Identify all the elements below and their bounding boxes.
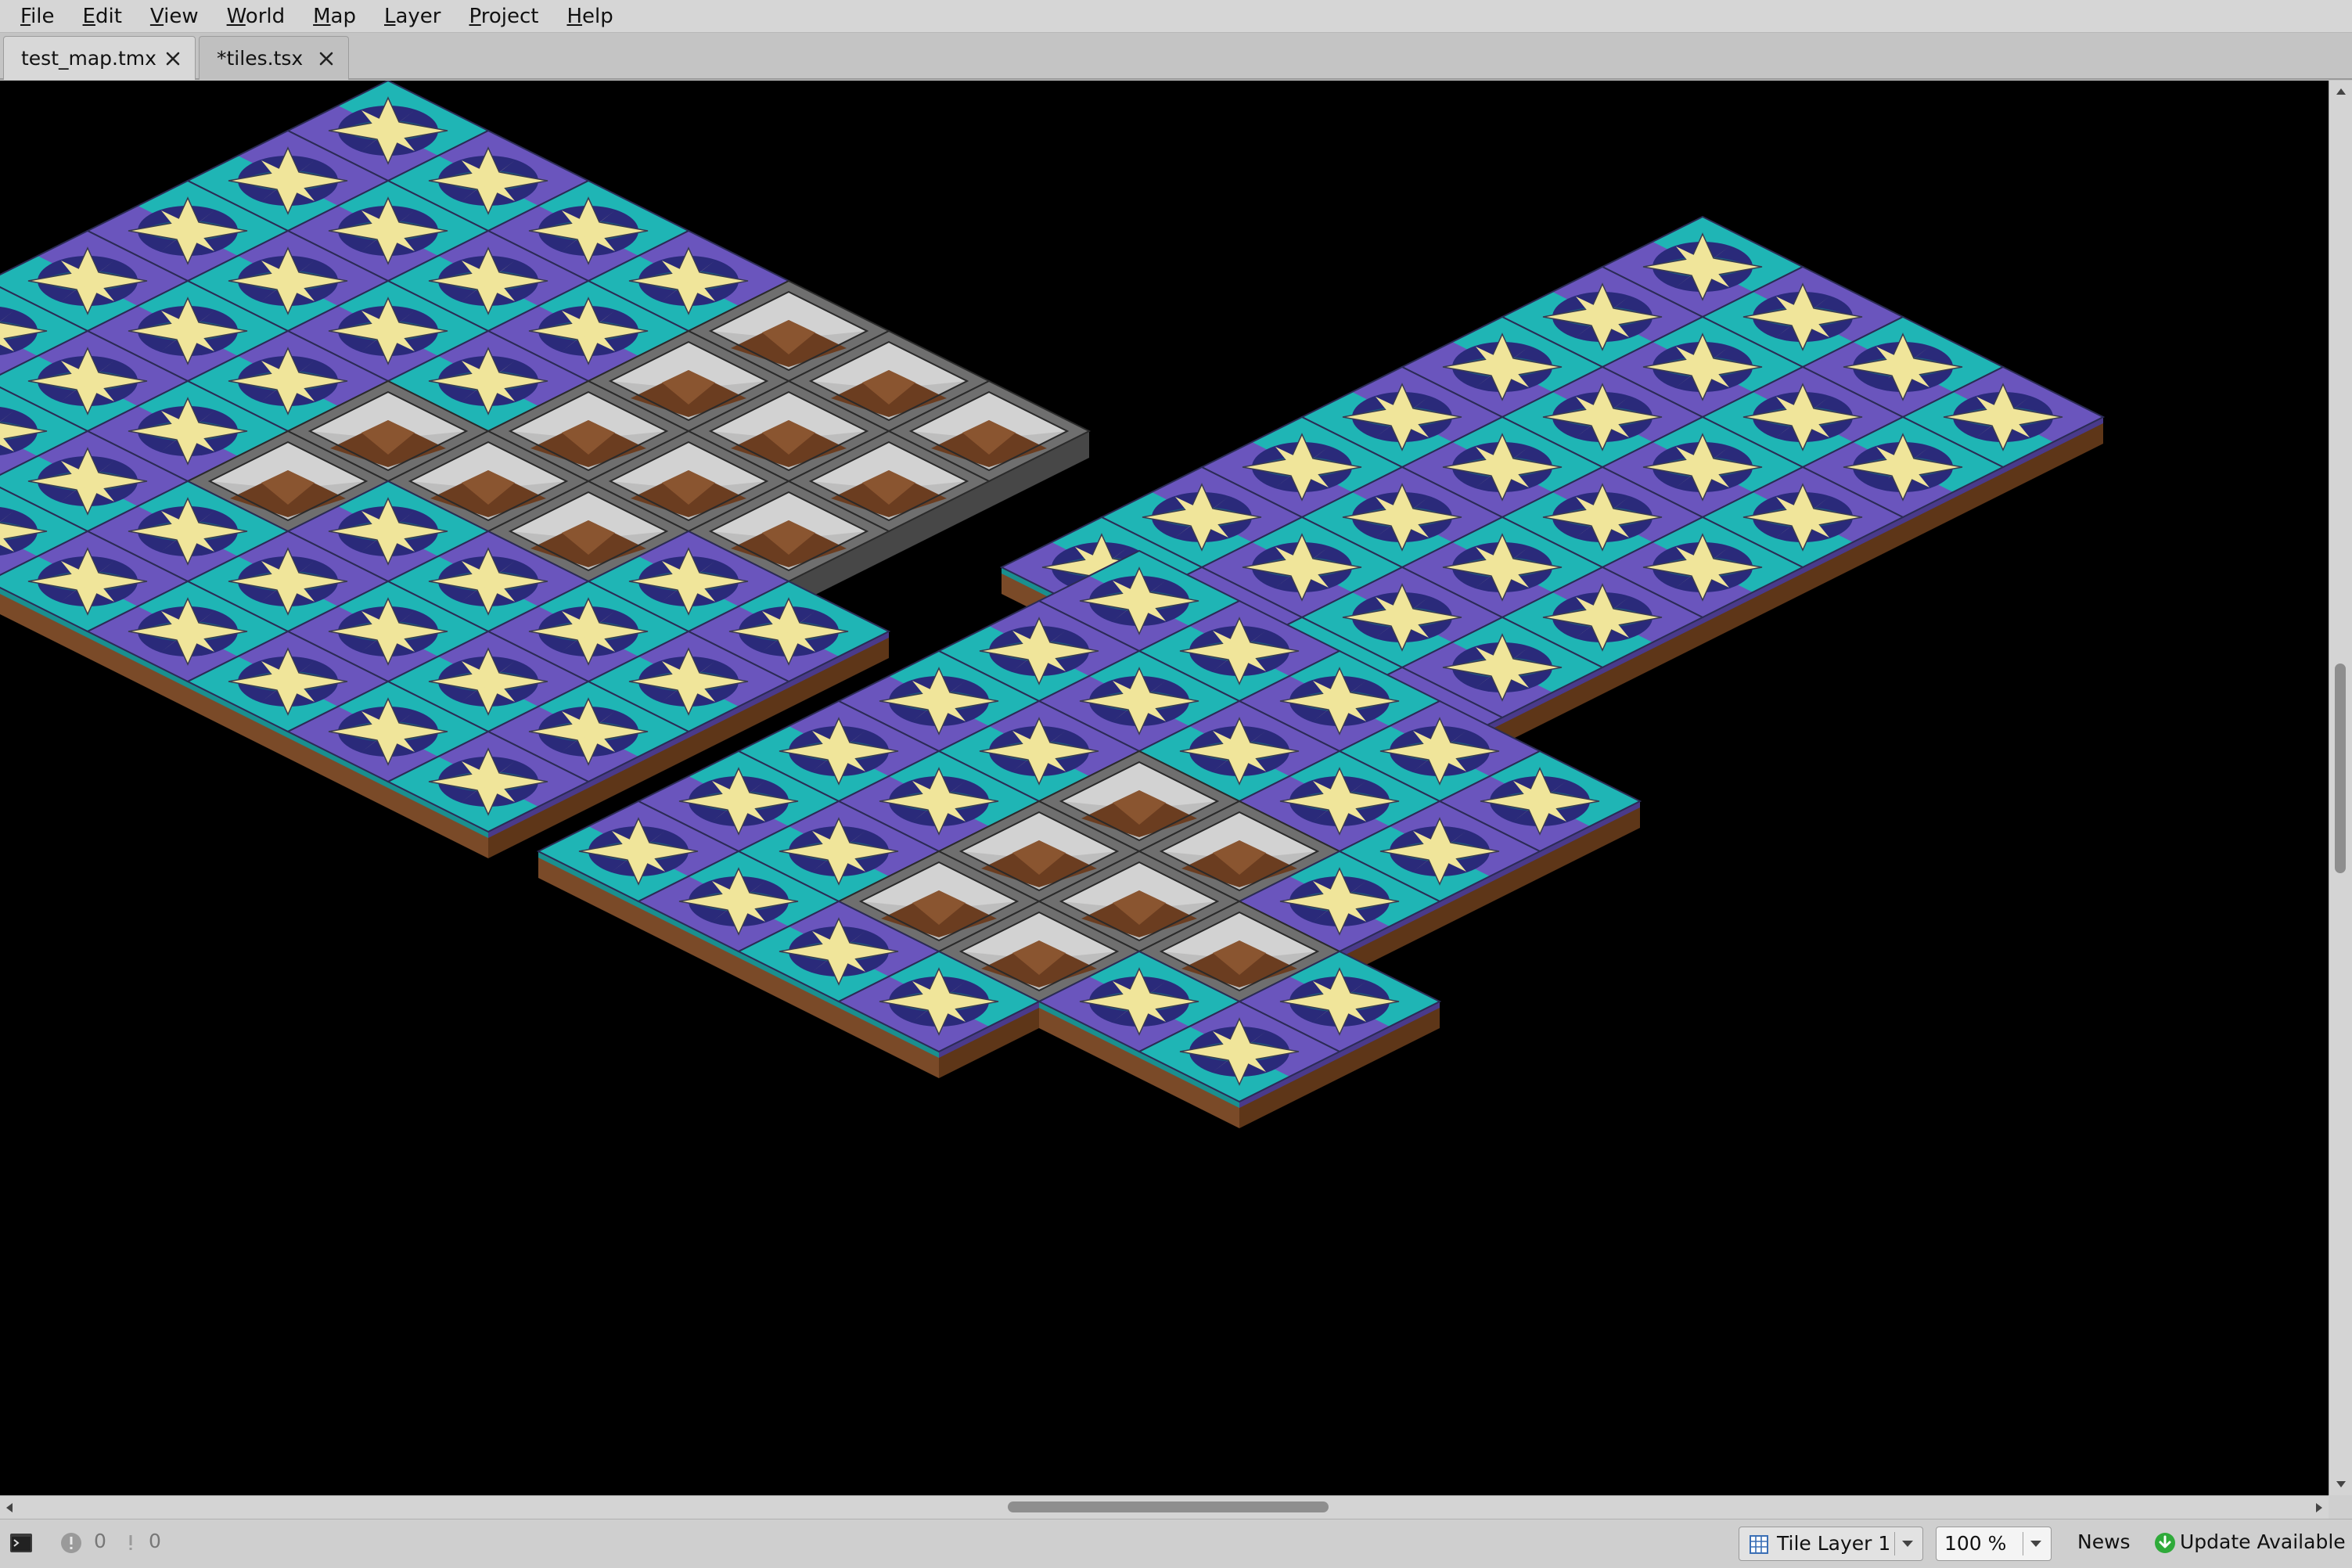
chevron-down-icon[interactable] bbox=[2030, 1541, 2041, 1547]
scroll-right-arrow-icon[interactable] bbox=[2316, 1503, 2322, 1512]
tab-tiles[interactable]: *tiles.tsx bbox=[199, 36, 349, 80]
menu-map[interactable]: Map bbox=[299, 0, 370, 33]
zoom-value: 100 % bbox=[1944, 1532, 2007, 1555]
scroll-up-arrow-icon[interactable] bbox=[2336, 88, 2346, 95]
scrollbar-corner bbox=[2329, 1495, 2352, 1519]
news-button[interactable]: News bbox=[2077, 1530, 2131, 1553]
close-icon[interactable] bbox=[315, 48, 337, 70]
update-available-button[interactable]: Update Available bbox=[2180, 1530, 2346, 1553]
chevron-down-icon[interactable] bbox=[1902, 1541, 1913, 1547]
close-icon[interactable] bbox=[162, 48, 184, 70]
error-icon[interactable] bbox=[59, 1531, 83, 1555]
menu-help[interactable]: Help bbox=[552, 0, 627, 33]
vertical-scroll-thumb[interactable] bbox=[2335, 664, 2346, 873]
isometric-map[interactable] bbox=[0, 81, 2329, 1495]
error-count: 0 bbox=[94, 1530, 106, 1552]
menu-file[interactable]: File bbox=[6, 0, 69, 33]
document-tab-bar: test_map.tmx *tiles.tsx bbox=[0, 33, 2352, 80]
scroll-left-arrow-icon[interactable] bbox=[6, 1503, 13, 1512]
status-bar: 0 0 Tile Layer 1 100 % News Update Avail… bbox=[0, 1519, 2352, 1568]
tab-test-map[interactable]: test_map.tmx bbox=[3, 36, 196, 80]
menu-edit[interactable]: Edit bbox=[69, 0, 136, 33]
menu-project[interactable]: Project bbox=[455, 0, 553, 33]
layer-selector-value: Tile Layer 1 bbox=[1777, 1532, 1891, 1555]
menu-bar: File Edit View World Map Layer Project Help bbox=[0, 0, 2352, 33]
menu-world[interactable]: World bbox=[213, 0, 300, 33]
console-icon[interactable] bbox=[9, 1532, 33, 1554]
map-tiles bbox=[0, 81, 2103, 1128]
tab-label: *tiles.tsx bbox=[217, 47, 304, 70]
vertical-scrollbar[interactable] bbox=[2329, 81, 2352, 1495]
menu-view[interactable]: View bbox=[136, 0, 213, 33]
warning-count: 0 bbox=[149, 1530, 161, 1552]
horizontal-scrollbar[interactable] bbox=[0, 1495, 2329, 1519]
warning-icon[interactable] bbox=[119, 1531, 142, 1555]
menu-layer[interactable]: Layer bbox=[370, 0, 455, 33]
tile-layer-icon bbox=[1750, 1535, 1768, 1554]
scroll-down-arrow-icon[interactable] bbox=[2336, 1481, 2346, 1487]
zoom-selector[interactable]: 100 % bbox=[1936, 1527, 2052, 1561]
layer-selector[interactable]: Tile Layer 1 bbox=[1739, 1527, 1923, 1561]
tab-label: test_map.tmx bbox=[21, 47, 156, 70]
download-icon[interactable] bbox=[2153, 1531, 2177, 1555]
map-canvas[interactable] bbox=[0, 81, 2329, 1495]
horizontal-scroll-thumb[interactable] bbox=[1008, 1501, 1329, 1512]
